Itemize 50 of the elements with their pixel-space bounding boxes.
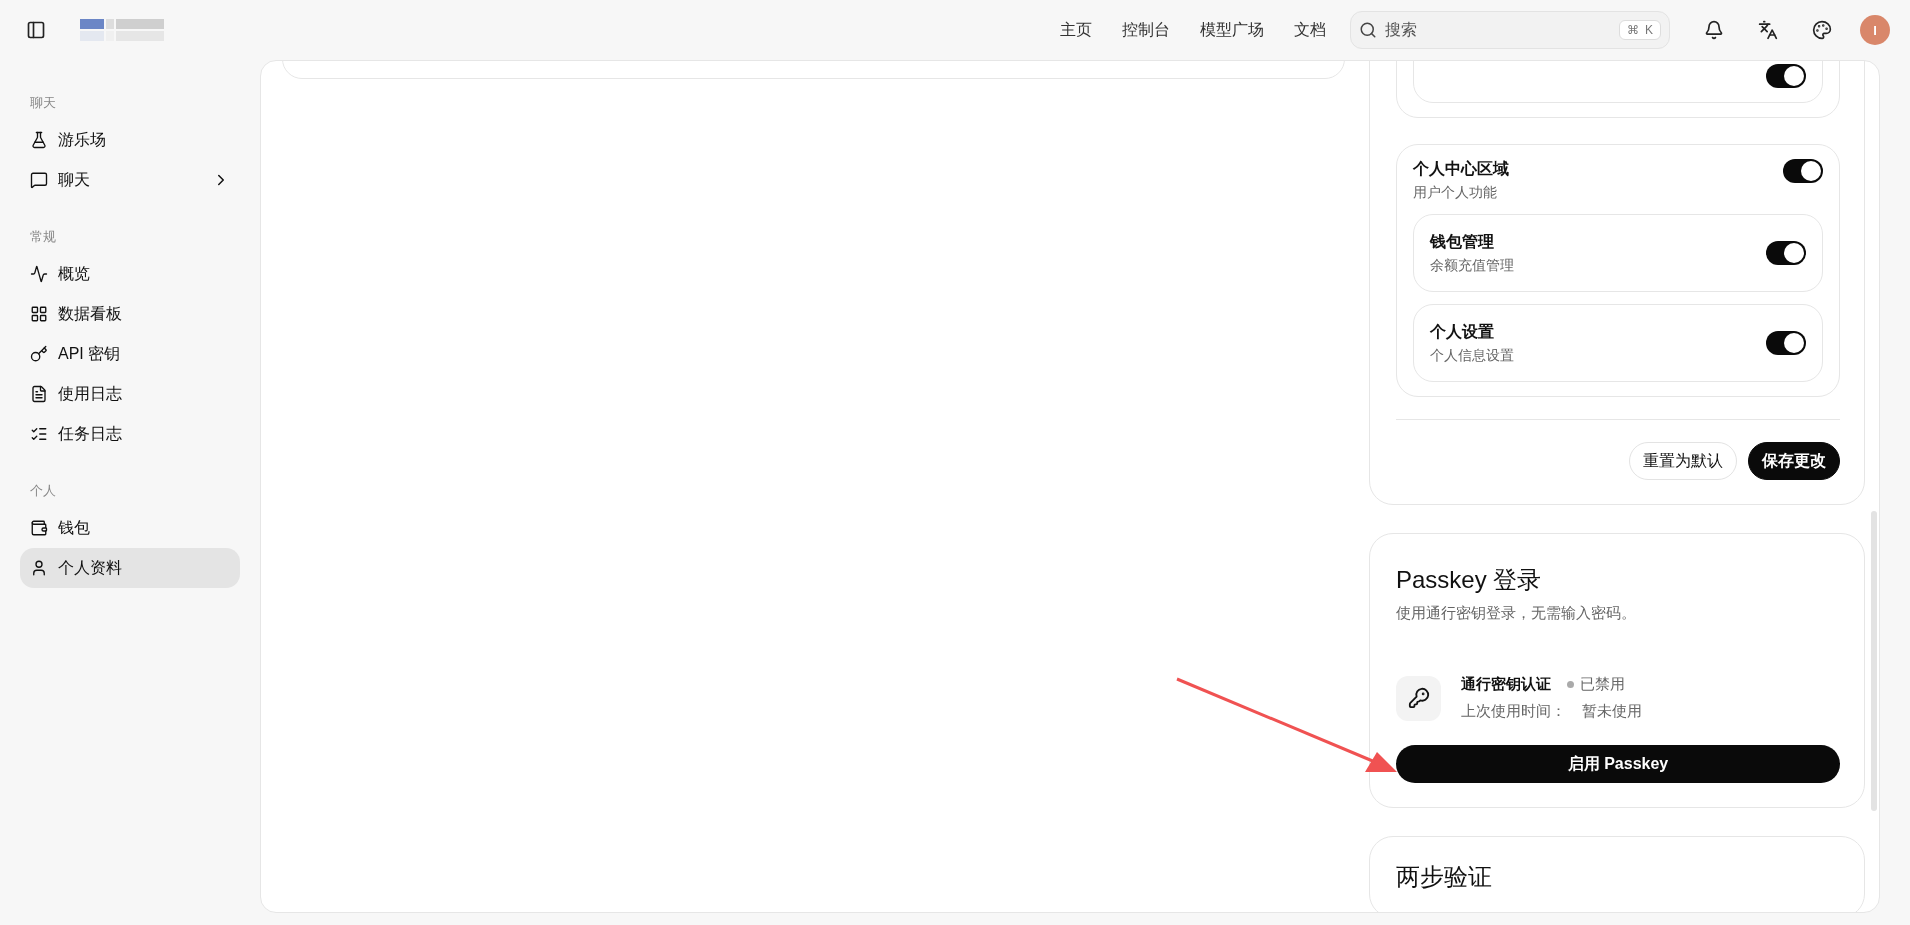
toggle-switch[interactable] (1766, 331, 1806, 355)
sidebar-item[interactable]: 使用日志 (20, 374, 240, 414)
search-icon (1359, 21, 1377, 39)
pulse-icon (30, 265, 48, 283)
key-icon (30, 345, 48, 363)
enable-passkey-button[interactable]: 启用 Passkey (1396, 745, 1840, 783)
reset-button[interactable]: 重置为默认 (1629, 442, 1737, 480)
last-used-label: 上次使用时间： (1461, 702, 1566, 721)
keyboard-shortcut: ⌘ K (1619, 20, 1661, 40)
sidebar-section-title: 个人 (29, 482, 57, 500)
card-title: 两步验证 (1396, 862, 1493, 892)
setting-title: 钱包管理 (1430, 231, 1495, 252)
nav-link[interactable]: 模型广场 (1200, 19, 1264, 41)
save-button[interactable]: 保存更改 (1748, 442, 1840, 480)
sidebar-item[interactable]: 数据看板 (20, 294, 240, 334)
setting-description: 个人信息设置 (1430, 346, 1515, 365)
flask-icon (30, 131, 48, 149)
setting-description: 用户个人功能 (1413, 184, 1498, 202)
card-title: Passkey 登录 (1396, 565, 1543, 595)
chat-bubble-icon (30, 171, 48, 189)
grid-icon (30, 305, 48, 323)
document-icon (30, 385, 48, 403)
sidebar-item[interactable]: 游乐场 (20, 120, 240, 160)
key-icon (1396, 675, 1441, 721)
sidebar-section-title: 聊天 (29, 94, 57, 112)
toggle-switch[interactable] (1766, 64, 1806, 88)
sidebar-item[interactable]: API 密钥 (20, 334, 240, 374)
toggle-switch[interactable] (1766, 241, 1806, 265)
sidebar-item[interactable]: 聊天 (20, 160, 240, 200)
sidebar-item[interactable]: 任务日志 (20, 414, 240, 454)
nav-link[interactable]: 主页 (1060, 19, 1092, 41)
search-box[interactable]: 搜索 ⌘ K (1350, 11, 1670, 49)
toggle-switch[interactable] (1783, 159, 1823, 183)
sidebar-section-title: 常规 (29, 228, 57, 246)
credential-name: 通行密钥认证 (1461, 675, 1551, 694)
status-badge: 已禁用 (1567, 675, 1625, 694)
sidebar-item[interactable]: 概览 (20, 254, 240, 294)
setting-title: 个人中心区域 (1413, 159, 1510, 179)
nav-link[interactable]: 文档 (1294, 19, 1326, 41)
setting-title: 个人设置 (1430, 321, 1495, 342)
checklist-icon (30, 425, 48, 443)
search-field[interactable]: 搜索 (1383, 20, 1613, 40)
wallet-icon (30, 519, 48, 537)
sidebar-item[interactable]: 个人资料 (20, 548, 240, 588)
user-icon (30, 559, 48, 577)
last-used-value: 暂未使用 (1582, 702, 1642, 721)
sidebar-item[interactable]: 钱包 (20, 508, 240, 548)
card-description: 使用通行密钥登录，无需输入密码。 (1396, 604, 1637, 623)
nav-link[interactable]: 控制台 (1122, 19, 1170, 41)
setting-description: 余额充值管理 (1430, 256, 1515, 275)
